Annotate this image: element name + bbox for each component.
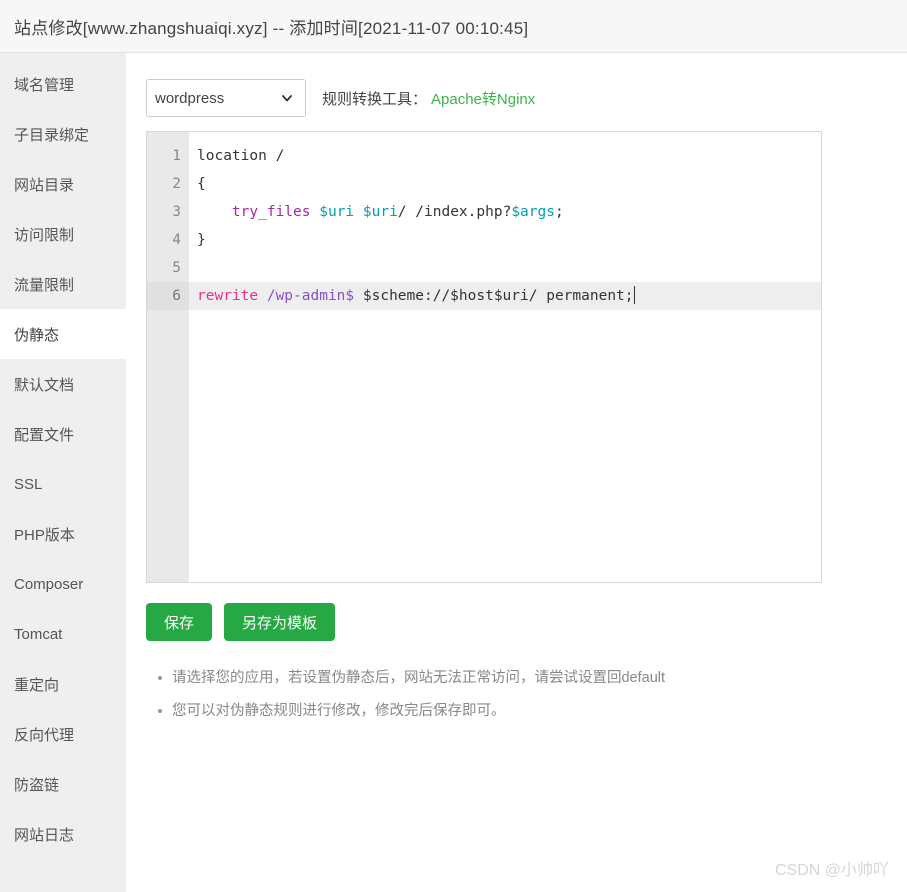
code-token: $uri bbox=[319, 204, 355, 220]
code-token: try_files bbox=[231, 204, 311, 220]
page-header: 站点修改[www.zhangshuaiqi.xyz] -- 添加时间[2021-… bbox=[0, 0, 907, 53]
sidebar-item-label: 默认文档 bbox=[14, 376, 75, 394]
sidebar-item-label: 访问限制 bbox=[14, 226, 75, 244]
sidebar-item-label: PHP版本 bbox=[14, 526, 75, 544]
text-caret bbox=[633, 286, 635, 304]
line-number: 6 bbox=[147, 282, 189, 310]
code-line[interactable]: rewrite /wp-admin$ $scheme://$host$uri/ … bbox=[189, 282, 821, 310]
code-token: } bbox=[197, 232, 206, 248]
sidebar-nav: 域名管理子目录绑定网站目录访问限制流量限制伪静态默认文档配置文件 SSL PHP版本… bbox=[0, 53, 126, 892]
editor-actions: 保存 另存为模板 bbox=[146, 603, 907, 641]
save-as-template-button[interactable]: 另存为模板 bbox=[224, 603, 336, 641]
code-line[interactable]: location / bbox=[189, 142, 821, 170]
sidebar-item-label: 配置文件 bbox=[14, 426, 75, 444]
sidebar-item-label: 伪静态 bbox=[14, 326, 60, 344]
page-body: 域名管理子目录绑定网站目录访问限制流量限制伪静态默认文档配置文件 SSL PHP版本… bbox=[0, 53, 907, 892]
sidebar-item-11[interactable]: Tomcat bbox=[0, 609, 126, 659]
app-window: 站点修改[www.zhangshuaiqi.xyz] -- 添加时间[2021-… bbox=[0, 0, 907, 892]
sidebar-item-label: 子目录绑定 bbox=[14, 126, 90, 144]
code-line[interactable]: { bbox=[189, 170, 821, 198]
sidebar-item-7[interactable]: 配置文件 bbox=[0, 409, 126, 459]
editor-line-numbers: 1 2 3 4 5 6 bbox=[147, 132, 189, 582]
sidebar-item-label: Composer bbox=[14, 575, 84, 593]
apache-to-nginx-link[interactable]: Apache转Nginx bbox=[431, 88, 535, 109]
sidebar-item-2[interactable]: 网站目录 bbox=[0, 159, 126, 209]
sidebar-item-14[interactable]: 防盗链 bbox=[0, 759, 126, 809]
editor-code-area[interactable]: location /{ try_files $uri $uri/ /index.… bbox=[189, 132, 821, 582]
sidebar-item-label: 防盗链 bbox=[14, 776, 60, 794]
app-select[interactable]: wordpress bbox=[146, 79, 306, 117]
hint-item-0: 请选择您的应用，若设置伪静态后，网站无法正常访问，请尝试设置回default bbox=[158, 667, 907, 690]
code-token: $args bbox=[511, 204, 555, 220]
code-token: / /index.php? bbox=[397, 204, 512, 220]
sidebar-item-13[interactable]: 反向代理 bbox=[0, 709, 126, 759]
hint-item-1: 您可以对伪静态规则进行修改，修改完后保存即可。 bbox=[158, 700, 907, 723]
code-token: rewrite bbox=[197, 288, 259, 304]
line-number: 3 bbox=[172, 204, 181, 220]
code-token: { bbox=[197, 176, 206, 192]
csdn-watermark: CSDN @小帅吖 bbox=[774, 862, 889, 879]
rewrite-rule-editor[interactable]: 123456 location /{ try_files $uri $uri/ … bbox=[146, 131, 822, 583]
code-token: /wp-admin$ bbox=[266, 288, 355, 304]
sidebar-item-label: 流量限制 bbox=[14, 276, 75, 294]
save-button[interactable]: 保存 bbox=[146, 603, 213, 641]
sidebar-item-0[interactable]: 域名管理 bbox=[0, 59, 126, 109]
sidebar-item-9[interactable]: PHP版本 bbox=[0, 509, 126, 559]
sidebar-item-15[interactable]: 网站日志 bbox=[0, 809, 126, 859]
line-number: 1 bbox=[172, 148, 181, 164]
sidebar-item-label: Tomcat bbox=[14, 625, 63, 643]
code-line[interactable] bbox=[189, 254, 821, 282]
sidebar-item-12[interactable]: 重定向 bbox=[0, 659, 126, 709]
sidebar-item-8[interactable]: SSL bbox=[0, 459, 126, 509]
code-token: location / bbox=[197, 148, 285, 164]
hint-list: 请选择您的应用，若设置伪静态后，网站无法正常访问，请尝试设置回default 您可… bbox=[146, 667, 907, 723]
sidebar-item-5[interactable]: 伪静态 bbox=[0, 309, 126, 359]
sidebar-item-1[interactable]: 子目录绑定 bbox=[0, 109, 126, 159]
editor-toolbar: wordpress 规则转换工具： Apache转Nginx bbox=[146, 79, 907, 117]
sidebar-item-4[interactable]: 流量限制 bbox=[0, 259, 126, 309]
line-number: 2 bbox=[172, 176, 181, 192]
sidebar-item-label: SSL bbox=[14, 475, 43, 493]
page-title: 站点修改[www.zhangshuaiqi.xyz] -- 添加时间[2021-… bbox=[14, 18, 529, 38]
code-token: $uri bbox=[362, 204, 398, 220]
code-token: $scheme://$host$uri/ permanent; bbox=[354, 288, 634, 304]
sidebar-item-label: 网站日志 bbox=[14, 826, 75, 844]
sidebar-item-6[interactable]: 默认文档 bbox=[0, 359, 126, 409]
converter-label: 规则转换工具： bbox=[322, 90, 428, 108]
sidebar-item-label: 重定向 bbox=[14, 676, 60, 694]
main-content: wordpress 规则转换工具： Apache转Nginx 1 2 3 4 5 6 lo… bbox=[126, 53, 907, 892]
sidebar-item-label: 域名管理 bbox=[14, 76, 75, 94]
sidebar-item-label: 反向代理 bbox=[14, 726, 75, 744]
line-number: 5 bbox=[172, 260, 181, 276]
sidebar-item-10[interactable]: Composer bbox=[0, 559, 126, 609]
code-token: ; bbox=[554, 204, 564, 220]
code-line[interactable]: try_files $uri $uri/ /index.php?$args; bbox=[189, 198, 821, 226]
sidebar-item-3[interactable]: 访问限制 bbox=[0, 209, 126, 259]
app-select-wrapper: wordpress bbox=[146, 79, 306, 117]
line-number: 4 bbox=[172, 232, 181, 248]
sidebar-item-label: 网站目录 bbox=[14, 176, 75, 194]
code-line[interactable]: } bbox=[189, 226, 821, 254]
